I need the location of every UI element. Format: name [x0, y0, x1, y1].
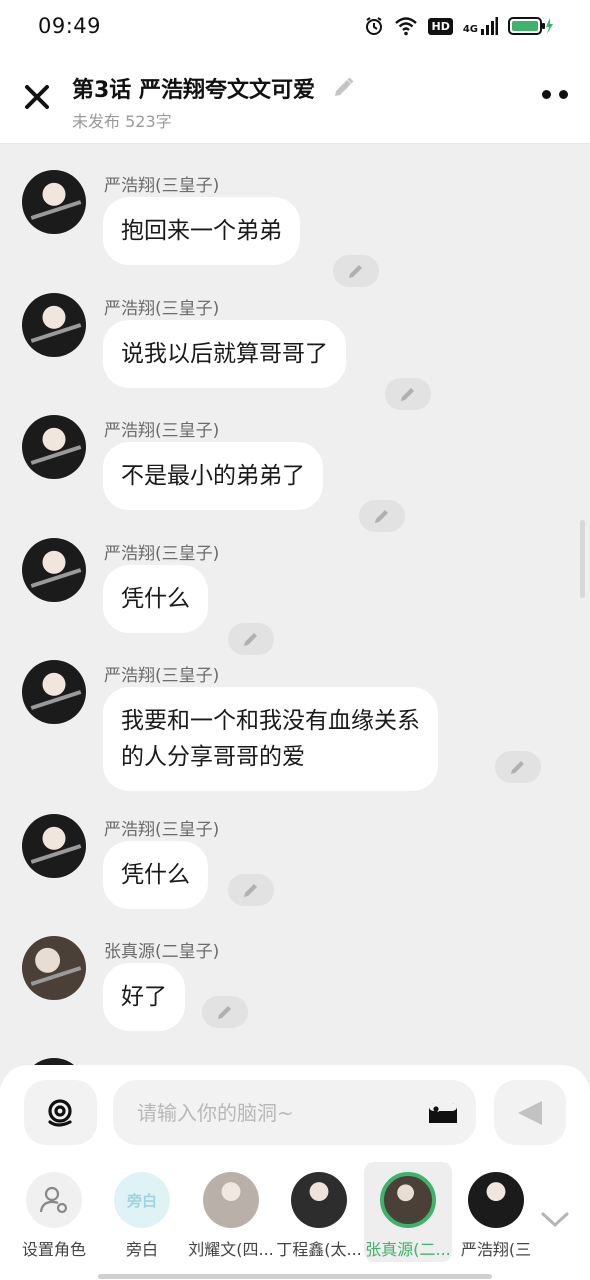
narrator-avatar: 旁白: [114, 1172, 170, 1228]
message-line: 的人分享哥哥的爱: [121, 744, 305, 770]
message-bubble[interactable]: 我要和一个和我没有血缘关系 的人分享哥哥的爱: [103, 687, 438, 791]
episode-title: 第3话 严浩翔夸文文可爱: [72, 72, 355, 104]
voice-icon: [47, 1098, 72, 1127]
sender-name: 严浩翔(三皇子): [104, 666, 220, 686]
message-bubble[interactable]: 凭什么: [103, 841, 208, 909]
status-icons: HD 4G: [364, 16, 554, 36]
edit-message-button[interactable]: [228, 874, 274, 906]
edit-title-icon[interactable]: [331, 76, 355, 100]
signal-icon: 4G: [463, 17, 498, 35]
role-label: 张真源(二...: [365, 1240, 451, 1259]
pencil-icon: [401, 388, 414, 401]
pencil-icon: [244, 633, 257, 646]
avatar[interactable]: [22, 538, 86, 602]
role-set-roles[interactable]: 设置角色: [10, 1162, 98, 1262]
sender-name: 严浩翔(三皇子): [104, 421, 220, 441]
pencil-icon: [375, 510, 388, 523]
header: 第3话 严浩翔夸文文可爱 未发布 523字: [0, 52, 590, 144]
user-settings-icon: [39, 1186, 68, 1214]
hd-badge: HD: [428, 17, 453, 35]
avatar[interactable]: [22, 293, 86, 357]
avatar[interactable]: [22, 936, 86, 1000]
message-input-box[interactable]: [113, 1080, 476, 1145]
pencil-icon: [349, 265, 362, 278]
role-avatar: [203, 1172, 259, 1228]
message-bubble[interactable]: 说我以后就算哥哥了: [103, 320, 346, 388]
role-narrator[interactable]: 旁白 旁白: [98, 1162, 186, 1262]
edit-message-button[interactable]: [385, 378, 431, 410]
message-line: 我要和一个和我没有血缘关系: [121, 708, 420, 734]
role-character-selected[interactable]: 张真源(二...: [364, 1162, 452, 1262]
more-options-button[interactable]: [542, 90, 568, 99]
sender-name: 严浩翔(三皇子): [104, 299, 220, 319]
avatar[interactable]: [22, 660, 86, 724]
role-label: 丁程鑫(太...: [276, 1240, 362, 1259]
role-avatar: [380, 1172, 436, 1228]
send-icon: [518, 1100, 542, 1125]
message-bubble[interactable]: 好了: [103, 963, 185, 1031]
composer-panel: 设置角色 旁白 旁白 刘耀文(四... 丁程鑫(太... 张真源(二... 严浩…: [0, 1065, 590, 1280]
message-bubble[interactable]: 不是最小的弟弟了: [103, 442, 323, 510]
role-selector: 设置角色 旁白 旁白 刘耀文(四... 丁程鑫(太... 张真源(二... 严浩…: [0, 1162, 590, 1262]
home-indicator: [98, 1274, 492, 1279]
role-character[interactable]: 丁程鑫(太...: [275, 1162, 363, 1262]
dot-icon: [542, 90, 551, 99]
role-label: 刘耀文(四...: [188, 1240, 274, 1259]
sender-name: 严浩翔(三皇子): [104, 176, 220, 196]
edit-message-button[interactable]: [495, 751, 541, 783]
message-input[interactable]: [137, 1080, 407, 1145]
message-bubble[interactable]: 抱回来一个弟弟: [103, 197, 300, 265]
battery-icon: [508, 17, 553, 35]
chat-area[interactable]: 严浩翔(三皇子) 抱回来一个弟弟 严浩翔(三皇子) 说我以后就算哥哥了 严浩翔(…: [0, 145, 590, 1065]
role-avatar: [291, 1172, 347, 1228]
chevron-down-icon[interactable]: [540, 1210, 570, 1230]
edit-message-button[interactable]: [359, 500, 405, 532]
pencil-icon: [244, 884, 257, 897]
pencil-icon: [511, 761, 524, 774]
episode-status: 未发布 523字: [72, 112, 172, 131]
avatar[interactable]: [22, 415, 86, 479]
image-icon[interactable]: [428, 1100, 458, 1124]
message-bubble[interactable]: 凭什么: [103, 565, 208, 633]
set-role-avatar: [26, 1172, 82, 1228]
edit-message-button[interactable]: [333, 255, 379, 287]
role-character[interactable]: 严浩翔(三: [452, 1162, 540, 1262]
role-label: 设置角色: [21, 1240, 86, 1259]
alarm-icon: [366, 17, 383, 35]
avatar[interactable]: [22, 814, 86, 878]
status-time: 09:49: [38, 14, 102, 38]
scrollbar[interactable]: [580, 520, 585, 598]
role-label: 旁白: [125, 1240, 158, 1259]
role-avatar: [468, 1172, 524, 1228]
network-type: 4G: [462, 24, 478, 35]
send-button[interactable]: [494, 1080, 566, 1145]
pencil-icon: [218, 1006, 231, 1019]
voice-input-button[interactable]: [24, 1080, 97, 1145]
role-label: 严浩翔(三: [460, 1240, 532, 1259]
sender-name: 张真源(二皇子): [104, 942, 220, 962]
edit-message-button[interactable]: [228, 623, 274, 655]
sender-name: 严浩翔(三皇子): [104, 544, 220, 564]
role-character[interactable]: 刘耀文(四...: [187, 1162, 275, 1262]
episode-title-text: 第3话 严浩翔夸文文可爱: [72, 78, 315, 103]
dot-icon: [559, 90, 568, 99]
sender-name: 严浩翔(三皇子): [104, 820, 220, 840]
close-icon[interactable]: [22, 82, 52, 112]
avatar[interactable]: [22, 1058, 86, 1065]
edit-message-button[interactable]: [202, 996, 248, 1028]
wifi-icon: [395, 17, 418, 36]
status-bar: 09:49 HD 4G: [0, 0, 590, 52]
avatar[interactable]: [22, 170, 86, 234]
